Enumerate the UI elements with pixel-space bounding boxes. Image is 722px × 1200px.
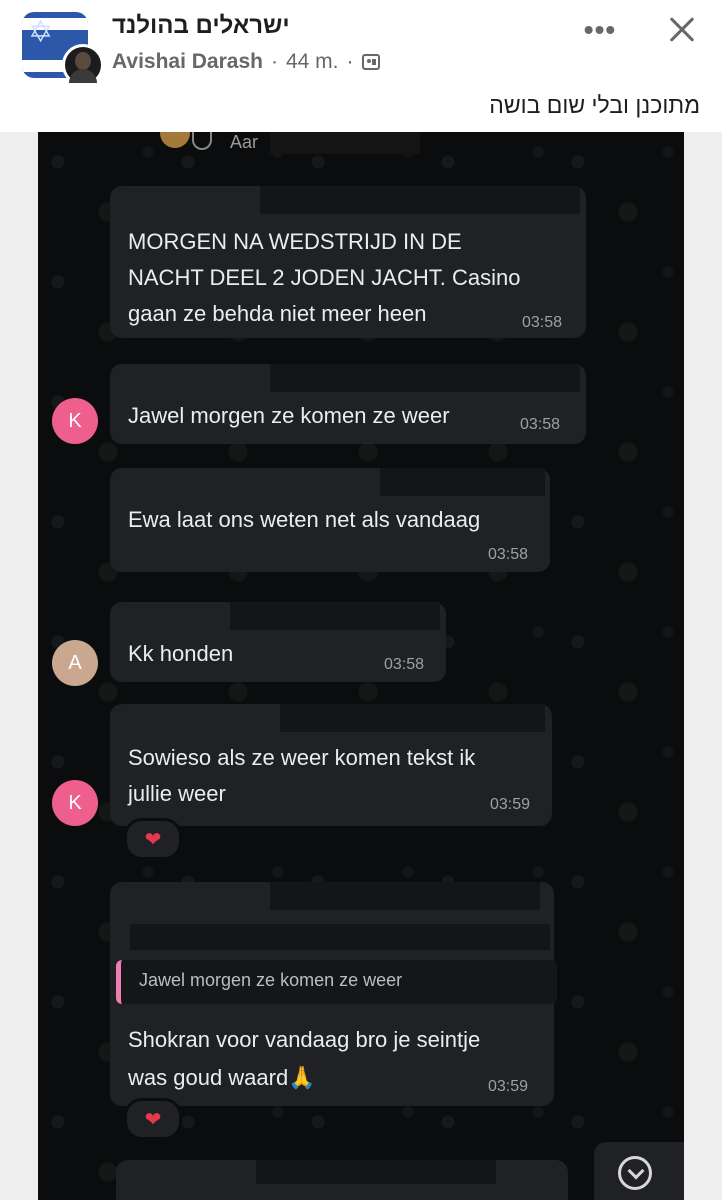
meta-separator-2: · [346,50,354,73]
contact-avatar [160,132,190,148]
message-line: Ewa laat ons weten net als vandaag [128,507,481,532]
redacted-sender [230,602,440,630]
message-line: Shokran voor vandaag bro je seintje [128,1027,481,1052]
message-bubble[interactable]: Jawel morgen ze komen ze weer 03:58 [110,364,586,444]
meta-separator: · [270,50,278,73]
chevron-down-icon [618,1156,652,1190]
message-line: Sowieso als ze weer komen tekst ik [128,745,476,770]
message-time: 03:58 [488,546,529,563]
message-line: NACHT DEEL 2 JODEN JACHT. Casino [128,265,521,290]
heart-reaction-icon[interactable]: ❤ [124,818,182,860]
scroll-down-button[interactable] [594,1142,684,1200]
message-line: Kk honden [128,641,234,666]
redacted-sender [270,882,540,910]
status-ring-icon [192,132,212,150]
message-time: 03:58 [384,656,425,673]
image-border-right [684,132,722,1200]
message-line: was goud waard🙏 [128,1065,316,1090]
avatar-head [75,52,91,70]
partial-message-bubble [116,1160,568,1200]
redacted-sender [256,1160,496,1184]
quoted-message-text: Jawel morgen ze komen ze weer [139,970,403,990]
quoted-reply[interactable]: Jawel morgen ze komen ze weer [116,960,557,1004]
message-line: jullie weer [128,781,226,806]
redacted-sender [280,704,545,732]
chat-screenshot-image[interactable]: Aar MORGEN NA WEDSTRIJD IN DE NACHT DEEL… [0,132,722,1200]
more-options-icon[interactable]: ••• [580,16,620,46]
message-time: 03:59 [490,796,531,813]
sender-avatar-k[interactable]: K [52,780,98,826]
author-avatar[interactable] [62,44,104,86]
image-border-left [0,132,38,1200]
sender-avatar-k[interactable]: K [52,398,98,444]
group-audience-icon [361,54,380,70]
message-bubble[interactable]: MORGEN NA WEDSTRIJD IN DE NACHT DEEL 2 J… [110,186,586,338]
star-of-david-icon: ✡ [28,15,54,50]
heart-reaction-icon[interactable]: ❤ [124,1098,182,1140]
post-time[interactable]: 44 m. [286,50,339,74]
redacted-sender [270,364,580,392]
sender-avatar-a[interactable]: A [52,640,98,686]
redacted-sender [380,468,545,496]
redacted-sender [260,186,580,214]
post-header: ✡ ישראלים בהולנד Avishai Darash · 44 m. … [0,0,722,132]
message-line: Jawel morgen ze komen ze weer [128,403,450,428]
message-bubble[interactable]: Ewa laat ons weten net als vandaag 03:58 [110,468,550,572]
chat-top-strip: Aar [150,132,420,158]
avatar-body [69,69,97,83]
post-text: מתוכנן ובלי שום בושה [489,92,700,118]
message-time: 03:58 [522,314,563,331]
message-line: gaan ze behda niet meer heen [128,301,427,326]
message-time: 03:59 [488,1078,529,1095]
contact-name: Aar [230,132,259,152]
close-icon[interactable] [664,12,700,48]
group-name-link[interactable]: ישראלים בהולנד [112,12,290,40]
redacted-bar [270,132,420,154]
message-bubble[interactable]: Sowieso als ze weer komen tekst ik julli… [110,704,552,826]
post-meta: Avishai Darash · 44 m. · [112,50,380,74]
author-name-link[interactable]: Avishai Darash [112,50,263,74]
redacted-sender [130,924,550,950]
message-bubble[interactable]: Kk honden 03:58 [110,602,446,682]
message-time: 03:58 [520,416,561,433]
message-line: MORGEN NA WEDSTRIJD IN DE [128,229,462,254]
